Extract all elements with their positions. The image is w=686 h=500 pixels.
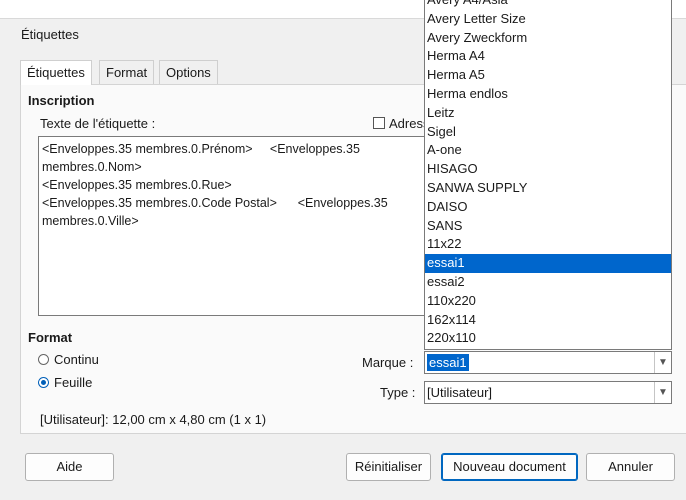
tab-options[interactable]: Options [159,60,218,84]
tab-etiquettes[interactable]: Étiquettes [20,60,92,85]
brand-dropdown-list[interactable]: Avery A4/AsiaAvery Letter SizeAvery Zwec… [424,0,672,350]
brand-option[interactable]: 162x114 [425,311,671,330]
brand-option[interactable]: Leitz [425,104,671,123]
brand-option[interactable]: SANS [425,217,671,236]
marque-select[interactable]: essai1 ▼ [424,351,672,374]
dialog-title: Étiquettes [21,27,79,42]
format-summary: [Utilisateur]: 12,00 cm x 4,80 cm (1 x 1… [40,412,267,427]
tab-format[interactable]: Format [99,60,155,84]
new-document-button[interactable]: Nouveau document [441,453,578,481]
brand-option[interactable]: 11x22 [425,235,671,254]
brand-option[interactable]: Herma endlos [425,85,671,104]
inscription-heading: Inscription [28,93,95,108]
label-text-caption: Texte de l'étiquette : [40,116,156,131]
brand-option[interactable]: DAISO [425,198,671,217]
brand-option[interactable]: Herma A5 [425,66,671,85]
help-button[interactable]: Aide [25,453,114,481]
brand-options: Avery A4/AsiaAvery Letter SizeAvery Zwec… [425,0,671,348]
chevron-down-icon[interactable]: ▼ [654,382,671,403]
reset-button[interactable]: Réinitialiser [346,453,431,481]
brand-option[interactable]: A-one [425,141,671,160]
brand-option[interactable]: essai1 [425,254,671,273]
continu-label[interactable]: Continu [54,352,99,367]
brand-option[interactable]: Avery A4/Asia [425,0,671,10]
format-heading: Format [28,330,73,345]
marque-label: Marque : [362,355,414,370]
brand-option[interactable]: essai2 [425,273,671,292]
brand-option[interactable]: Sigel [425,123,671,142]
feuille-label[interactable]: Feuille [54,375,92,390]
label-text-area[interactable]: <Enveloppes.35 membres.0.Prénom> <Envelo… [38,136,438,316]
continu-radio[interactable] [38,354,49,365]
brand-option[interactable]: 110x220 [425,292,671,311]
brand-option[interactable]: 220x110 [425,329,671,348]
chevron-down-icon[interactable]: ▼ [654,352,671,373]
type-select[interactable]: [Utilisateur] ▼ [424,381,672,404]
address-checkbox[interactable] [373,117,385,129]
brand-option[interactable]: Avery Letter Size [425,10,671,29]
brand-option[interactable]: Herma A4 [425,47,671,66]
brand-option[interactable]: HISAGO [425,160,671,179]
type-value: [Utilisateur] [427,385,493,400]
brand-option[interactable]: SANWA SUPPLY [425,179,671,198]
feuille-radio[interactable] [38,377,49,388]
type-label: Type : [380,385,416,400]
cancel-button[interactable]: Annuler [586,453,675,481]
brand-option[interactable]: Avery Zweckform [425,29,671,48]
marque-value: essai1 [427,354,469,371]
